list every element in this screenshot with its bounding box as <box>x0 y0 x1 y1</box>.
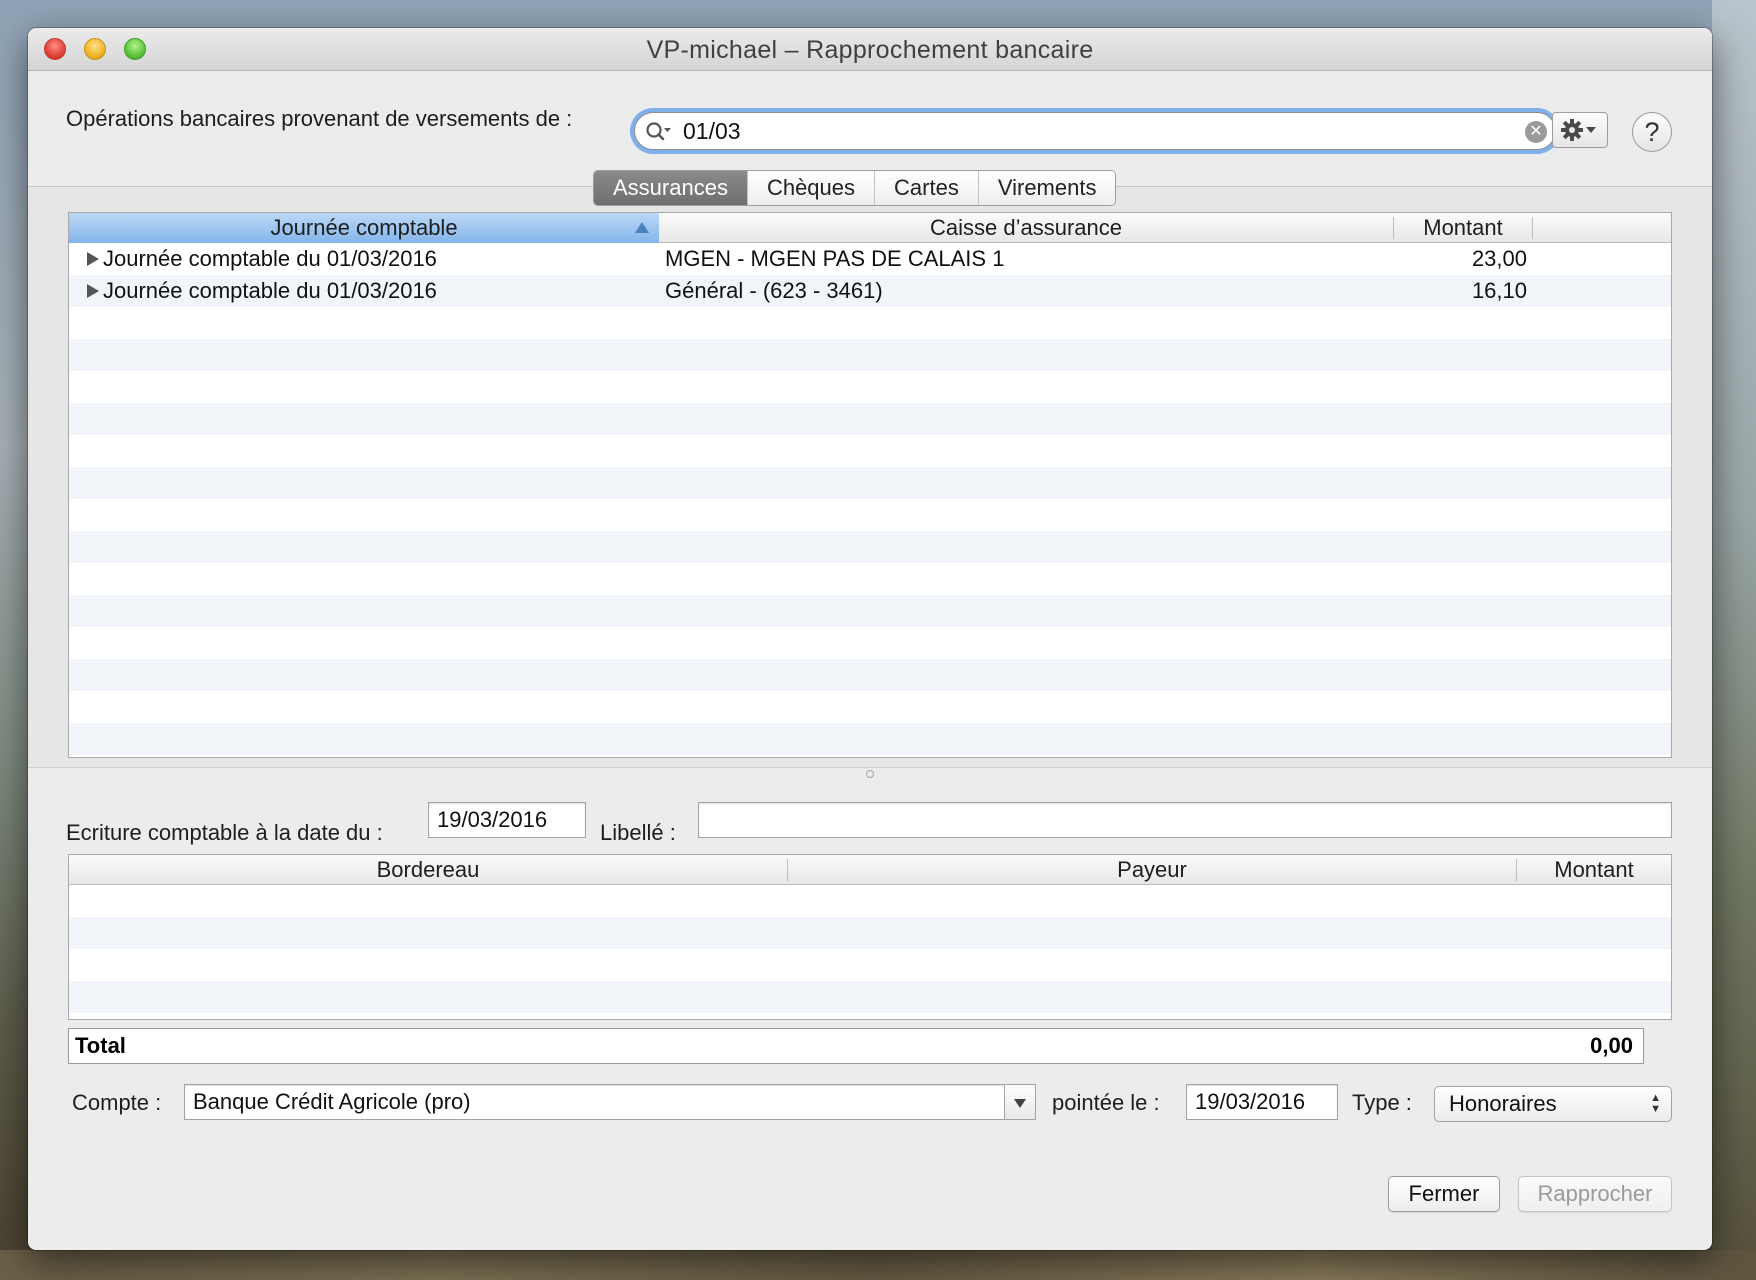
compte-combo-field[interactable]: Banque Crédit Agricole (pro) <box>184 1084 1006 1120</box>
bordereau-table[interactable]: Bordereau Payeur Montant <box>68 854 1672 1020</box>
column-header-bordereau[interactable]: Bordereau <box>69 855 787 885</box>
compte-dropdown-button[interactable] <box>1004 1084 1036 1120</box>
action-menu-button[interactable] <box>1552 112 1608 148</box>
gear-icon <box>1561 119 1596 141</box>
total-row: Total 0,00 <box>68 1028 1644 1064</box>
window-title: VP-michael – Rapprochement bancaire <box>646 36 1094 64</box>
operations-table[interactable]: Journée comptable Caisse d’assurance Mon… <box>68 212 1672 758</box>
cell-montant: 16,10 <box>1471 278 1527 303</box>
table-row[interactable]: Journée comptable du 01/03/2016 Général … <box>69 275 1671 307</box>
type-popup-button[interactable]: Honoraires ▲ ▼ <box>1434 1086 1672 1122</box>
column-header-journee-label: Journée comptable <box>270 215 458 240</box>
empty-row <box>69 691 1671 723</box>
empty-row <box>69 467 1671 499</box>
help-button[interactable]: ? <box>1632 112 1672 152</box>
empty-row <box>69 339 1671 371</box>
ecriture-date-label: Ecriture comptable à la date du : <box>66 820 383 845</box>
column-header-montant[interactable]: Montant <box>1517 855 1671 885</box>
empty-row <box>69 403 1671 435</box>
empty-row <box>69 981 1671 1013</box>
empty-row <box>69 307 1671 339</box>
libelle-field[interactable] <box>698 802 1672 838</box>
rapprocher-button[interactable]: Rapprocher <box>1518 1176 1672 1212</box>
clear-search-icon[interactable]: ✕ <box>1525 121 1547 143</box>
bordereau-table-header: Bordereau Payeur Montant <box>69 855 1671 885</box>
search-icon[interactable] <box>645 121 671 143</box>
operations-table-body: Journée comptable du 01/03/2016 MGEN - M… <box>69 243 1671 755</box>
column-header-caisse[interactable]: Caisse d’assurance <box>659 213 1393 243</box>
cell-journee: Journée comptable du 01/03/2016 <box>103 246 437 271</box>
empty-row <box>69 563 1671 595</box>
tab-assurances[interactable]: Assurances <box>594 171 747 205</box>
title-bar[interactable]: VP-michael – Rapprochement bancaire <box>28 28 1712 71</box>
desktop-background <box>1712 0 1756 1280</box>
tab-cheques[interactable]: Chèques <box>746 171 875 205</box>
total-value: 0,00 <box>1590 1033 1633 1058</box>
libelle-label: Libellé : <box>600 820 676 845</box>
split-view-handle[interactable] <box>866 770 874 778</box>
cell-montant: 23,00 <box>1471 246 1527 271</box>
tab-virements[interactable]: Virements <box>977 171 1116 205</box>
cell-journee: Journée comptable du 01/03/2016 <box>103 278 437 303</box>
empty-row <box>69 949 1671 981</box>
empty-row <box>69 917 1671 949</box>
column-header-payeur[interactable]: Payeur <box>788 855 1516 885</box>
empty-row <box>69 627 1671 659</box>
empty-row <box>69 531 1671 563</box>
operations-table-header: Journée comptable Caisse d’assurance Mon… <box>69 213 1671 243</box>
column-header-journee[interactable]: Journée comptable <box>69 213 659 243</box>
empty-row <box>69 499 1671 531</box>
pointee-date-field[interactable]: 19/03/2016 <box>1186 1084 1338 1120</box>
updown-arrows-icon: ▲ ▼ <box>1650 1092 1661 1115</box>
pointee-label: pointée le : <box>1052 1090 1160 1115</box>
empty-row <box>69 723 1671 755</box>
desktop-background-bottom <box>0 1250 1756 1280</box>
column-separator <box>1532 217 1533 239</box>
disclosure-triangle-icon[interactable] <box>87 284 99 298</box>
empty-row <box>69 595 1671 627</box>
table-row[interactable]: Journée comptable du 01/03/2016 MGEN - M… <box>69 243 1671 275</box>
empty-row <box>69 885 1671 917</box>
ecriture-date-field[interactable]: 19/03/2016 <box>428 802 586 838</box>
tab-bar: Assurances Chèques Cartes Virements <box>593 170 1117 206</box>
reconciliation-window: VP-michael – Rapprochement bancaire Opér… <box>28 28 1712 1250</box>
column-header-montant[interactable]: Montant <box>1394 213 1532 243</box>
cell-caisse: MGEN - MGEN PAS DE CALAIS 1 <box>665 246 1005 271</box>
empty-row <box>69 435 1671 467</box>
search-input[interactable] <box>683 117 1503 145</box>
empty-row <box>69 659 1671 691</box>
cell-caisse: Général - (623 - 3461) <box>665 278 883 303</box>
type-popup-value: Honoraires <box>1449 1091 1557 1116</box>
disclosure-triangle-icon[interactable] <box>87 252 99 266</box>
search-field[interactable]: ✕ <box>634 112 1556 150</box>
search-label: Opérations bancaires provenant de versem… <box>66 106 573 131</box>
compte-label: Compte : <box>72 1090 162 1115</box>
type-label: Type : <box>1352 1090 1412 1115</box>
empty-row <box>69 371 1671 403</box>
bordereau-table-body <box>69 885 1671 1013</box>
tab-cartes[interactable]: Cartes <box>874 171 978 205</box>
total-label: Total <box>75 1033 126 1058</box>
fermer-button[interactable]: Fermer <box>1388 1176 1500 1212</box>
sort-ascending-icon <box>635 222 649 233</box>
